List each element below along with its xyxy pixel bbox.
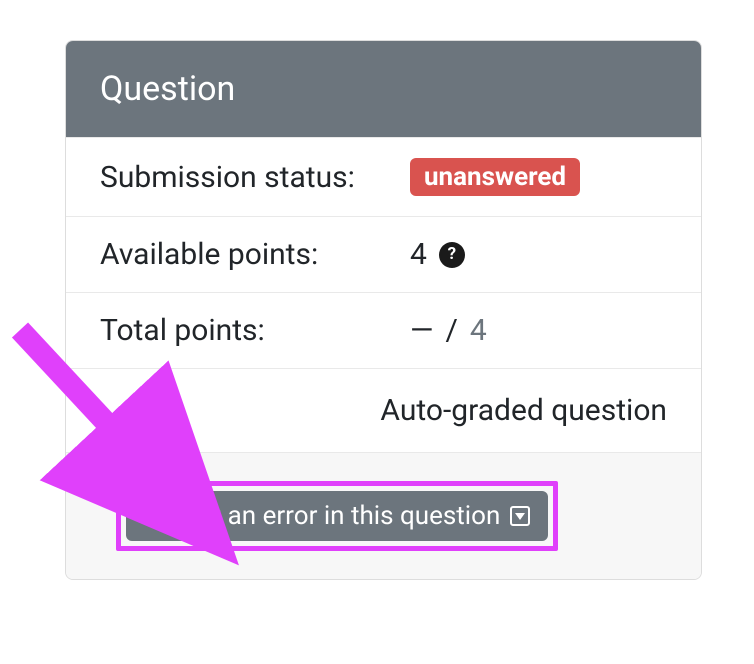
available-points-number: 4	[410, 237, 427, 272]
total-points-dash: —	[410, 313, 433, 348]
total-points-value: — / 4	[410, 313, 487, 348]
submission-status-value: unanswered	[410, 158, 580, 196]
available-points-row: Available points: 4 ?	[66, 216, 701, 292]
caret-down-icon	[510, 506, 530, 526]
report-error-label: Report an error in this question	[144, 501, 500, 531]
auto-graded-text: Auto-graded question	[380, 393, 667, 428]
total-points-max: 4	[470, 313, 487, 348]
available-points-value: 4 ?	[410, 237, 465, 272]
help-icon[interactable]: ?	[439, 242, 465, 268]
report-highlight-box: Report an error in this question	[116, 481, 558, 551]
total-points-row: Total points: — / 4	[66, 292, 701, 368]
question-card: Question Submission status: unanswered A…	[65, 40, 702, 580]
total-points-slash: /	[445, 313, 457, 348]
submission-status-label: Submission status:	[100, 160, 410, 195]
available-points-label: Available points:	[100, 237, 410, 272]
card-footer: Report an error in this question	[66, 452, 701, 579]
report-error-button[interactable]: Report an error in this question	[126, 491, 548, 541]
auto-graded-row: Auto-graded question	[66, 368, 701, 452]
card-header: Question	[66, 41, 701, 137]
card-title: Question	[100, 69, 235, 109]
status-badge: unanswered	[410, 158, 580, 196]
submission-status-row: Submission status: unanswered	[66, 137, 701, 216]
total-points-label: Total points:	[100, 313, 410, 348]
